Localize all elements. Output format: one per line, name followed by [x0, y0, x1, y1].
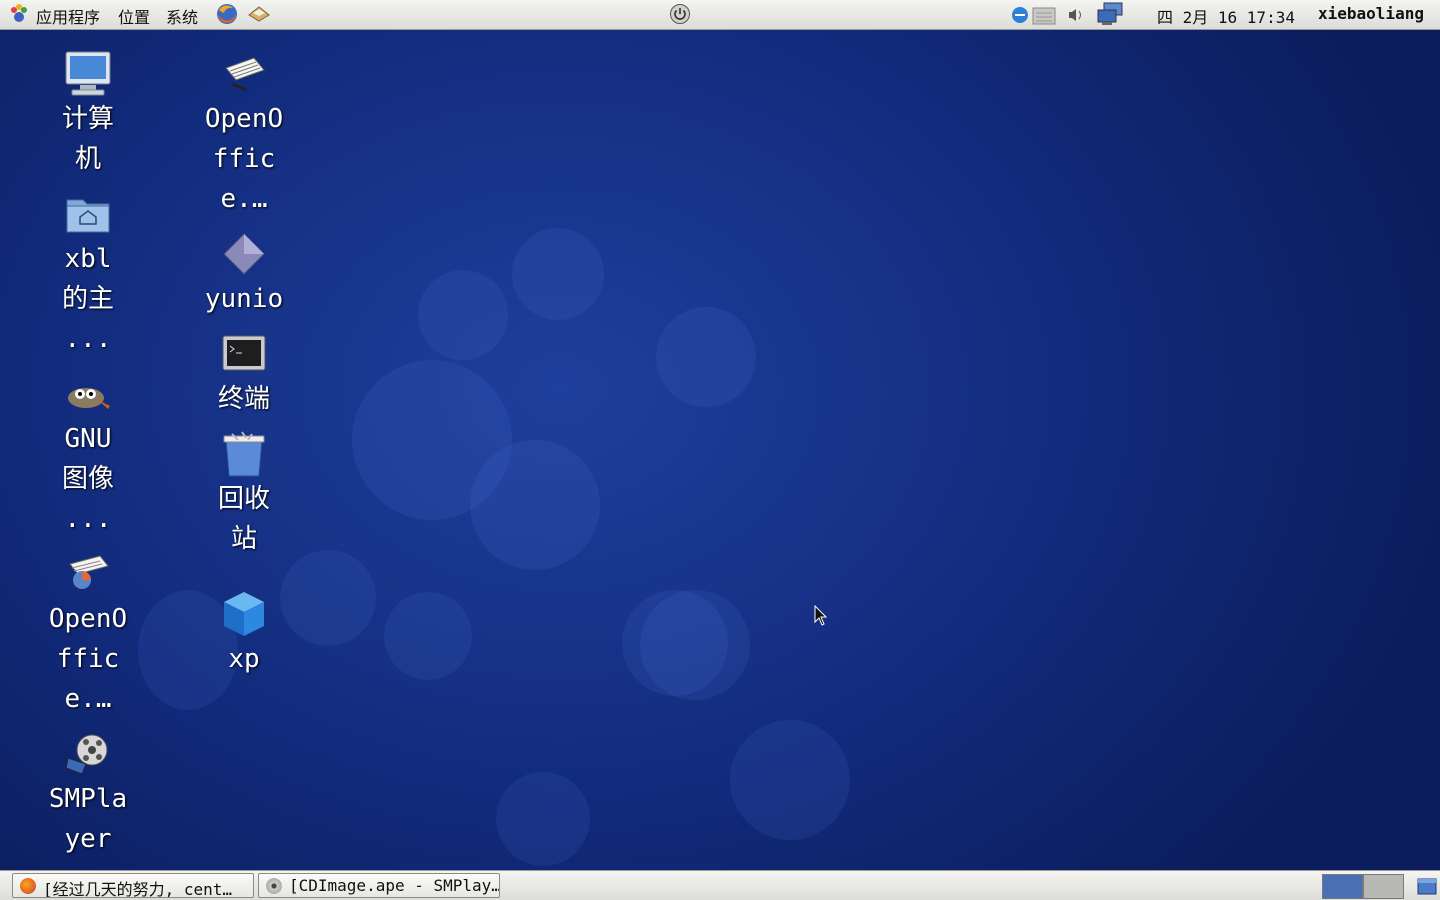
taskbar-item-firefox[interactable]: [经过几天的努力, cent…	[12, 873, 254, 898]
desktop-icon-yunio[interactable]: yunio	[189, 230, 299, 318]
clock[interactable]: 四 2月 16 17:34	[1157, 4, 1295, 28]
desktop-icon-label: 终端	[217, 384, 270, 414]
mail-client-icon[interactable]	[247, 3, 271, 25]
desktop-icon-label: xp	[228, 644, 260, 674]
openoffice-impress-icon	[69, 555, 109, 589]
desktop-icon-label: SMPla	[48, 784, 128, 814]
desktop-icon-label: 机	[74, 144, 101, 174]
desktop-icon-terminal[interactable]: 终端	[189, 330, 299, 418]
desktop-icon-label: 图像	[61, 464, 114, 494]
taskbar-item-label: [经过几天的努力, cent…	[43, 880, 233, 898]
computer-icon	[65, 51, 111, 96]
desktop-icon-label: 计算	[61, 104, 114, 134]
firefox-icon[interactable]	[215, 2, 239, 26]
virtualbox-icon	[224, 592, 264, 636]
desktop-icon-openoffice-impress[interactable]: OpenO ffic e.…	[33, 550, 143, 718]
update-notifier-icon[interactable]	[1011, 6, 1029, 24]
desktop-icon-gimp[interactable]: GNU 图像 ...	[33, 370, 143, 538]
top-panel: 应用程序 位置 系统 四 2月 16 17:34 xiebaoliang	[0, 0, 1440, 30]
decor-bubble	[384, 592, 472, 680]
home-folder-icon	[66, 199, 110, 233]
desktop-icon-label: yer	[64, 824, 112, 854]
taskbar-item-smplayer[interactable]: [CDImage.ape - SMPlay…	[258, 873, 500, 898]
desktop-icon-home[interactable]: xbl 的主 ...	[33, 190, 143, 358]
decor-bubble	[512, 228, 604, 320]
desktop-icon-label: OpenO	[48, 604, 128, 634]
volume-icon[interactable]	[1066, 5, 1086, 25]
desktop-icon-label: 回收	[217, 484, 270, 514]
desktop-icon-label: OpenO	[204, 104, 284, 134]
terminal-icon	[222, 335, 266, 371]
decor-bubble	[640, 590, 750, 700]
bottom-panel: [经过几天的努力, cent… [CDImage.ape - SMPlay…	[0, 870, 1440, 900]
user-name[interactable]: xiebaoliang	[1318, 4, 1424, 23]
openoffice-writer-icon	[225, 57, 265, 92]
desktop-icon-openoffice-writer[interactable]: OpenO ffic e.…	[189, 50, 299, 218]
decor-bubble	[730, 720, 850, 840]
desktop-icon-label: 的主	[61, 284, 114, 314]
smplayer-icon	[65, 734, 108, 775]
network-icon[interactable]	[1096, 2, 1124, 26]
desktop-icon-xp[interactable]: xp	[189, 590, 299, 678]
desktop-icon-trash[interactable]: 回收 站	[189, 430, 299, 558]
desktop-icon-computer[interactable]: 计算 机	[33, 50, 143, 178]
desktop-icon-label: ...	[64, 324, 112, 354]
desktop-icon-label: e.…	[220, 184, 268, 214]
desktop-icon-label: e.…	[64, 684, 112, 714]
smplayer-icon	[266, 878, 282, 894]
yunio-icon	[223, 233, 265, 275]
decor-bubble	[470, 440, 600, 570]
show-desktop-icon[interactable]	[1416, 875, 1438, 897]
system-menu[interactable]: 系统	[166, 4, 198, 28]
taskbar-item-label: [CDImage.ape - SMPlay…	[289, 876, 500, 895]
workspace-1[interactable]	[1322, 874, 1363, 899]
desktop-icon-label: yunio	[204, 284, 284, 314]
applications-menu-label: 应用程序	[36, 8, 101, 27]
desktop-icon-label: ...	[64, 504, 112, 534]
desktop-icon-label: 站	[230, 524, 257, 554]
gnome-foot-icon	[11, 4, 27, 22]
decor-bubble	[656, 307, 756, 407]
keyboard-icon[interactable]	[1032, 4, 1056, 26]
places-menu[interactable]: 位置	[118, 4, 150, 28]
desktop-icon-label: GNU	[64, 424, 112, 454]
desktop-background[interactable]: 计算 机 xbl 的主 ... GNU 图像 ... OpenO ffic e.…	[0, 30, 1440, 870]
gimp-icon	[68, 388, 110, 409]
desktop-icon-label: ffic	[212, 144, 276, 174]
desktop-icon-label: ffic	[56, 644, 120, 674]
decor-bubble	[418, 270, 508, 360]
desktop-icon-label: xbl	[64, 244, 112, 274]
firefox-icon	[20, 878, 36, 894]
trash-icon	[223, 431, 265, 477]
workspace-2[interactable]	[1363, 874, 1404, 899]
shutdown-icon[interactable]	[669, 3, 691, 25]
mouse-cursor-icon	[814, 605, 828, 626]
decor-bubble	[496, 772, 590, 866]
desktop-icon-smplayer[interactable]: SMPla yer	[33, 730, 143, 858]
